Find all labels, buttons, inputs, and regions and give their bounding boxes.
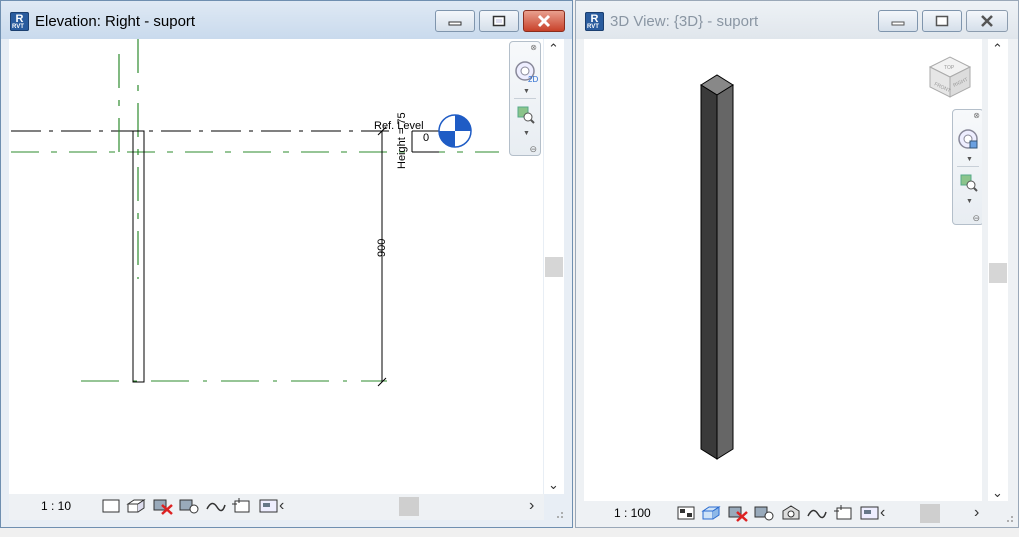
reveal-hidden-icon[interactable]	[753, 504, 775, 522]
maximize-icon	[492, 15, 506, 27]
level-marker-icon	[438, 114, 472, 148]
close-icon	[537, 14, 551, 28]
3d-canvas[interactable]: TOP FRONT RIGHT ⊗ ▼ ▼ ⊖	[584, 39, 982, 501]
analytical-model-icon[interactable]	[806, 504, 828, 522]
reveal-hidden-icon[interactable]	[178, 497, 200, 515]
window-title: 3D View: {3D} - suport	[610, 13, 759, 30]
column-3d	[700, 74, 734, 460]
scroll-down-arrow[interactable]: ⌄	[992, 486, 1003, 499]
scroll-thumb[interactable]	[989, 263, 1007, 283]
scroll-right-arrow[interactable]: ›	[529, 497, 534, 515]
scroll-right-arrow[interactable]: ›	[974, 504, 979, 522]
viewcube-top-label: TOP	[944, 65, 955, 71]
zoom-region-icon[interactable]	[960, 174, 978, 192]
show-crop-region-icon[interactable]	[859, 504, 881, 522]
detail-level-icon[interactable]	[101, 497, 121, 515]
elevation-drawing: 900 0 Height = 75 Ref. Level	[11, 39, 499, 387]
detail-level-icon[interactable]	[676, 504, 696, 522]
temporary-hide-icon[interactable]	[152, 497, 174, 515]
close-button[interactable]	[523, 10, 565, 32]
minimize-icon	[891, 21, 905, 26]
scroll-up-arrow[interactable]: ⌃	[992, 42, 1003, 55]
analytical-model-icon[interactable]	[205, 497, 227, 515]
svg-text:2D: 2D	[528, 75, 538, 84]
drawing-area[interactable]: 900 0 Height = 75 Ref. Level ⊗ 2D ▼ ▼ ⊖	[9, 39, 543, 494]
resize-grip-icon[interactable]	[1004, 513, 1014, 523]
steering-wheel-2d-icon[interactable]: 2D	[514, 60, 540, 84]
view-control-bar: 1 : 100 ‹ ›	[584, 501, 994, 527]
horizontal-scroll-thumb[interactable]	[399, 497, 419, 516]
zoom-region-icon[interactable]	[517, 106, 535, 124]
dimension-label: 900	[376, 239, 388, 257]
3d-view-window[interactable]: R RVT 3D View: {3D} - suport TOP FRONT R…	[575, 0, 1019, 528]
navbar-minimize-icon[interactable]: ⊖	[972, 213, 980, 224]
view-scale[interactable]: 1 : 100	[614, 506, 651, 520]
navigation-bar[interactable]: ⊗ 2D ▼ ▼ ⊖	[509, 41, 541, 156]
scroll-up-arrow[interactable]: ⌃	[548, 42, 559, 55]
navbar-minimize-icon[interactable]: ⊖	[529, 144, 537, 155]
crop-view-icon[interactable]	[833, 504, 855, 522]
scroll-left-arrow[interactable]: ‹	[880, 504, 885, 522]
scroll-left-arrow[interactable]: ‹	[279, 497, 284, 515]
view-scale[interactable]: 1 : 10	[41, 499, 71, 513]
navbar-close-icon[interactable]: ⊗	[973, 111, 980, 120]
visual-style-icon[interactable]	[125, 497, 147, 515]
close-button[interactable]	[966, 10, 1008, 32]
scroll-down-arrow[interactable]: ⌄	[548, 478, 559, 491]
visual-style-icon[interactable]	[700, 504, 722, 522]
minimize-button[interactable]	[878, 10, 918, 32]
window-title: Elevation: Right - suport	[35, 13, 196, 30]
crop-view-icon[interactable]	[231, 497, 253, 515]
maximize-button[interactable]	[922, 10, 962, 32]
offset-label: 0	[423, 132, 429, 144]
vertical-scrollbar[interactable]: ⌃ ⌄	[544, 39, 564, 494]
revit-app-icon: R RVT	[585, 12, 604, 31]
view-control-bar: 1 : 10 ‹ ›	[9, 494, 544, 520]
navigation-bar[interactable]: ⊗ ▼ ▼ ⊖	[952, 109, 982, 225]
title-bar[interactable]: R RVT 3D View: {3D} - suport	[576, 1, 1018, 39]
minimize-icon	[448, 21, 462, 26]
3d-column-drawing	[700, 74, 734, 460]
elevation-window[interactable]: R RVT Elevation: Right - suport 900 0 He…	[0, 0, 573, 528]
viewcube-icon[interactable]: TOP FRONT RIGHT	[926, 51, 974, 99]
horizontal-scroll-thumb[interactable]	[920, 504, 940, 523]
navbar-close-icon[interactable]: ⊗	[530, 43, 537, 52]
revit-app-icon: R RVT	[10, 12, 29, 31]
temporary-hide-icon[interactable]	[727, 504, 749, 522]
render-icon[interactable]	[780, 504, 802, 522]
resize-grip-icon[interactable]	[554, 509, 564, 519]
show-crop-region-icon[interactable]	[258, 497, 280, 515]
scroll-thumb[interactable]	[545, 257, 563, 277]
steering-wheel-icon[interactable]	[957, 128, 982, 152]
minimize-button[interactable]	[435, 10, 475, 32]
maximize-icon	[935, 15, 949, 27]
vertical-scrollbar[interactable]: ⌃ ⌄	[988, 39, 1008, 501]
maximize-button[interactable]	[479, 10, 519, 32]
level-name: Ref. Level	[374, 120, 424, 132]
title-bar[interactable]: R RVT Elevation: Right - suport	[1, 1, 572, 39]
close-icon	[981, 15, 993, 27]
